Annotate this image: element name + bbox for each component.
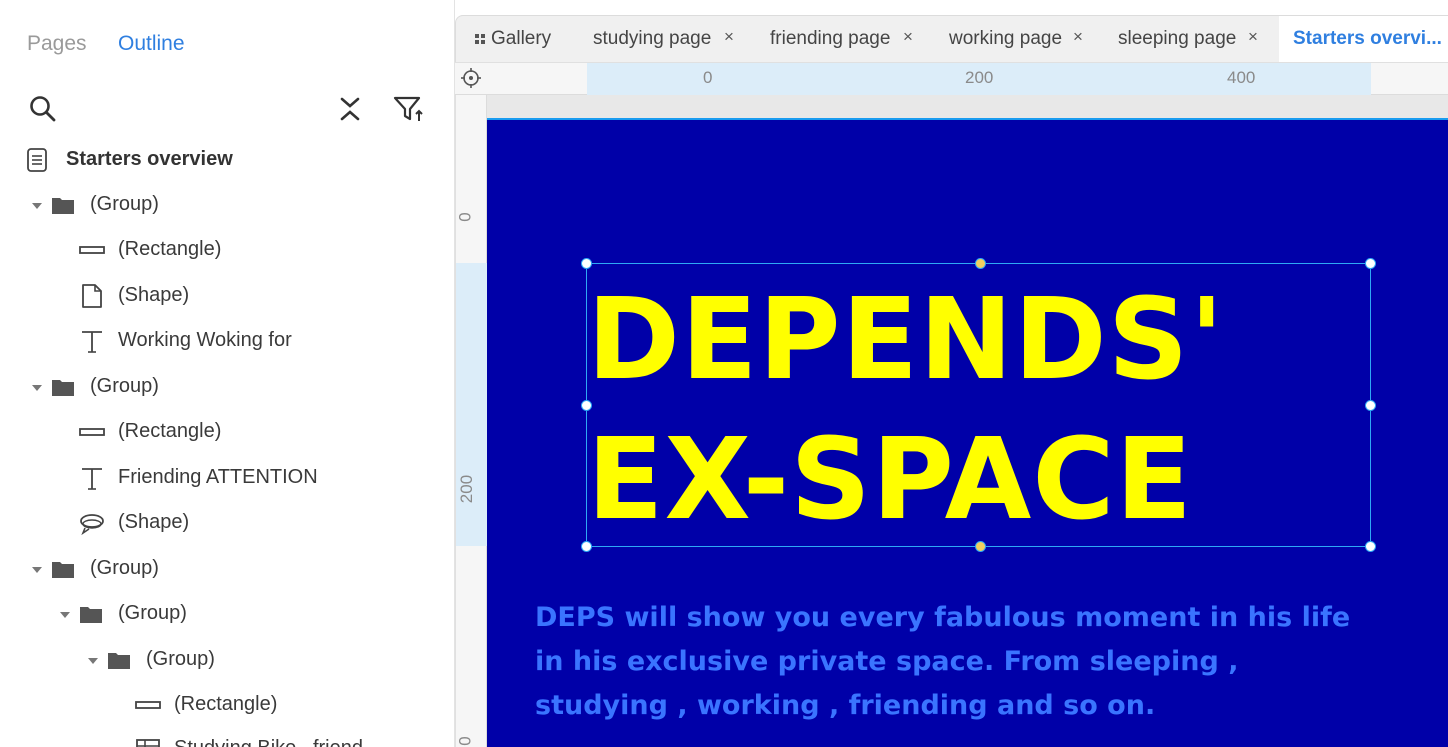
artboard-frame[interactable]: DEPENDS' EX-SPACE DEPS will show you eve… xyxy=(487,118,1448,747)
headline-line-2: EX-SPACE xyxy=(587,415,1194,545)
expand-arrow-icon[interactable] xyxy=(30,378,44,392)
outline-item-label: Studying Bike...friend... xyxy=(174,737,380,747)
ruler-tick-label: 400 xyxy=(1227,68,1256,87)
outline-item-label: (Group) xyxy=(146,648,215,670)
tab-sleeping-page[interactable]: sleeping page × xyxy=(1118,16,1268,63)
folder-icon xyxy=(49,191,77,219)
outline-item-group[interactable]: (Group) xyxy=(0,367,440,407)
outline-item-text[interactable]: Working Woking for xyxy=(0,321,440,361)
tab-outline[interactable]: Outline xyxy=(118,32,185,56)
ruler-tick-label: 0 xyxy=(455,736,475,746)
tab-pages[interactable]: Pages xyxy=(27,32,87,56)
ruler-tick-label: 0 xyxy=(703,68,713,87)
tab-gallery[interactable]: Gallery xyxy=(472,16,582,63)
outline-item-page[interactable]: Starters overview xyxy=(0,140,440,180)
outline-item-text[interactable]: Friending ATTENTION xyxy=(0,458,440,498)
shape-icon xyxy=(78,282,106,310)
outline-item-text[interactable]: Studying Bike...friend... xyxy=(0,729,440,747)
table-icon xyxy=(134,735,162,747)
collapse-all-icon[interactable] xyxy=(333,92,367,126)
tab-label: Gallery xyxy=(491,28,552,49)
tab-friending-page[interactable]: friending page × xyxy=(770,16,920,63)
outline-item-label: (Group) xyxy=(118,602,187,624)
outline-item-label: Friending ATTENTION xyxy=(118,466,318,488)
tab-working-page[interactable]: working page × xyxy=(949,16,1099,63)
outline-item-rectangle[interactable]: (Rectangle) xyxy=(0,230,440,270)
folder-icon xyxy=(77,600,105,628)
tab-label: sleeping page xyxy=(1118,28,1237,49)
expand-arrow-icon[interactable] xyxy=(58,605,72,619)
tab-label: studying page xyxy=(593,28,712,49)
outline-item-label: Starters overview xyxy=(66,148,233,170)
close-icon[interactable]: × xyxy=(1073,27,1083,47)
vertical-ruler[interactable]: 0 200 0 xyxy=(455,95,487,747)
close-icon[interactable]: × xyxy=(724,27,734,47)
folder-icon xyxy=(49,555,77,583)
folder-icon xyxy=(105,646,133,674)
outline-item-label: (Shape) xyxy=(118,284,190,306)
tab-label: friending page xyxy=(770,28,891,49)
ruler-selection-highlight xyxy=(456,263,487,546)
expand-arrow-icon[interactable] xyxy=(86,651,100,665)
outline-item-label: (Rectangle) xyxy=(118,238,222,260)
ruler-tick-label: 200 xyxy=(965,68,994,87)
ruler-tick-label: 200 xyxy=(457,474,477,504)
outline-item-label: (Group) xyxy=(90,193,159,215)
outline-item-label: (Group) xyxy=(90,375,159,397)
expand-arrow-icon[interactable] xyxy=(30,196,44,210)
rectangle-icon xyxy=(78,236,106,264)
outline-item-label: (Rectangle) xyxy=(118,420,222,442)
rectangle-icon xyxy=(134,691,162,719)
text-icon xyxy=(78,327,106,355)
tab-label: Starters overvi... xyxy=(1293,28,1442,49)
rectangle-icon xyxy=(78,418,106,446)
folder-icon xyxy=(49,373,77,401)
tab-studying-page[interactable]: studying page × xyxy=(593,16,743,63)
outline-item-label: Working Woking for xyxy=(118,329,292,351)
tab-label: working page xyxy=(949,28,1063,49)
speech-bubble-icon xyxy=(78,509,106,537)
outline-panel: Pages Outline Starters overview (Group) … xyxy=(0,0,455,747)
expand-arrow-icon[interactable] xyxy=(30,560,44,574)
horizontal-ruler[interactable]: 0 200 400 xyxy=(455,62,1448,95)
close-icon[interactable]: × xyxy=(903,27,913,47)
outline-item-label: (Rectangle) xyxy=(174,693,278,715)
outline-item-shape[interactable]: (Shape) xyxy=(0,276,440,316)
outline-item-group[interactable]: (Group) xyxy=(0,185,440,225)
grid-icon xyxy=(474,29,486,51)
outline-item-label: (Shape) xyxy=(118,511,190,533)
outline-item-group[interactable]: (Group) xyxy=(0,594,440,634)
outline-item-shape[interactable]: (Shape) xyxy=(0,503,440,543)
document-tab-bar: Gallery studying page × friending page ×… xyxy=(455,15,1448,63)
close-icon[interactable]: × xyxy=(1248,27,1258,47)
outline-item-group[interactable]: (Group) xyxy=(0,640,440,680)
filter-icon[interactable] xyxy=(391,92,425,126)
crosshair-icon[interactable] xyxy=(459,66,483,90)
headline-line-1: DEPENDS' xyxy=(587,275,1225,405)
tab-starters-overview[interactable]: Starters overvi... xyxy=(1279,16,1448,63)
page-icon xyxy=(23,146,51,174)
outline-item-rectangle[interactable]: (Rectangle) xyxy=(0,685,440,725)
outline-item-rectangle[interactable]: (Rectangle) xyxy=(0,412,440,452)
headline-text[interactable]: DEPENDS' EX-SPACE xyxy=(587,270,1225,550)
outline-item-group[interactable]: (Group) xyxy=(0,549,440,589)
search-icon[interactable] xyxy=(26,92,60,126)
body-paragraph[interactable]: DEPS will show you every fabulous moment… xyxy=(535,596,1355,728)
outline-item-label: (Group) xyxy=(90,557,159,579)
text-icon xyxy=(78,464,106,492)
ruler-tick-label: 0 xyxy=(455,212,475,222)
